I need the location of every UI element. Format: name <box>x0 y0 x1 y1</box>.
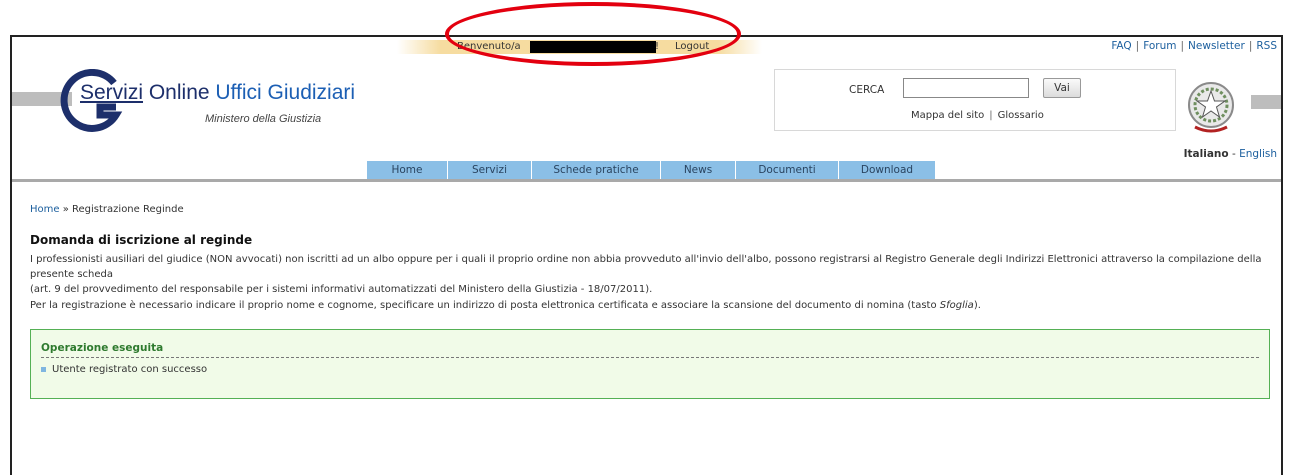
nav-item-home[interactable]: Home <box>367 161 448 179</box>
republic-emblem-icon <box>1188 82 1234 133</box>
instructions-text: Per la registrazione è necessario indica… <box>30 300 940 311</box>
logo-title-servizi: Servizi <box>80 81 144 104</box>
nav-item-news[interactable]: News <box>661 161 736 179</box>
intro-line-2: (art. 9 del provvedimento del responsabi… <box>30 284 653 295</box>
search-label: CERCA <box>849 84 885 96</box>
instructions-sfoglia: Sfoglia <box>939 300 974 311</box>
breadcrumb-separator: » <box>59 204 73 215</box>
search-box: CERCA Vai Mappa del sito | Glossario <box>774 69 1176 131</box>
site-logo[interactable]: Servizi Online Uffici Giudiziari Ministe… <box>12 57 355 147</box>
separator: | <box>1135 40 1140 52</box>
intro-line-1: I professionisti ausiliari del giudice (… <box>30 254 1262 280</box>
nav-item-schede-pratiche[interactable]: Schede pratiche <box>532 161 661 179</box>
bullet-icon <box>41 366 46 372</box>
nav-item-download[interactable]: Download <box>839 161 936 179</box>
language-english-link[interactable]: English <box>1239 148 1277 160</box>
nav-item-documenti[interactable]: Documenti <box>736 161 839 179</box>
success-item: Utente registrato con successo <box>41 364 207 375</box>
nav-item-servizi[interactable]: Servizi <box>448 161 532 179</box>
success-divider <box>41 357 1259 358</box>
welcome-suffix: ! <box>655 41 660 52</box>
success-message: Operazione eseguita Utente registrato co… <box>30 329 1270 399</box>
page-title: Domanda di iscrizione al reginde <box>30 233 253 247</box>
language-switcher: Italiano - English <box>1184 148 1277 160</box>
search-links: Mappa del sito | Glossario <box>911 110 1044 121</box>
page-frame: Benvenuto/a ! Logout FAQ | Forum | Newslette… <box>10 35 1283 475</box>
breadcrumb: Home » Registrazione Reginde <box>30 204 184 215</box>
breadcrumb-home-link[interactable]: Home <box>30 204 60 215</box>
rss-link[interactable]: RSS <box>1256 40 1277 52</box>
language-separator: - <box>1228 148 1240 160</box>
emblem-stripe <box>1251 95 1281 109</box>
search-button[interactable]: Vai <box>1043 78 1081 98</box>
separator: | <box>1180 40 1185 52</box>
faq-link[interactable]: FAQ <box>1111 40 1131 52</box>
nav-divider <box>12 179 1281 182</box>
top-links: FAQ | Forum | Newsletter | RSS <box>1111 40 1277 52</box>
welcome-label: Benvenuto/a <box>457 41 521 52</box>
logo-subtitle: Ministero della Giustizia <box>205 113 322 125</box>
welcome-bar: Benvenuto/a ! Logout <box>397 40 762 54</box>
logo-title-online: Online <box>143 81 216 104</box>
logout-link[interactable]: Logout <box>675 40 709 54</box>
intro-paragraph: I professionisti ausiliari del giudice (… <box>30 252 1275 297</box>
instructions-paragraph: Per la registrazione è necessario indica… <box>30 298 1275 313</box>
main-nav: Home Servizi Schede pratiche News Docume… <box>367 161 936 179</box>
sitemap-link[interactable]: Mappa del sito <box>911 110 984 121</box>
success-item-text: Utente registrato con successo <box>52 364 208 375</box>
separator: | <box>1248 40 1253 52</box>
logo-title: Servizi Online Uffici Giudiziari <box>80 81 355 105</box>
breadcrumb-current: Registrazione Reginde <box>72 204 184 215</box>
search-input[interactable] <box>903 78 1029 98</box>
separator: | <box>989 110 993 121</box>
success-title: Operazione eseguita <box>41 342 164 354</box>
language-current: Italiano <box>1183 148 1229 160</box>
instructions-end: ). <box>973 300 981 311</box>
glossary-link[interactable]: Glossario <box>998 110 1044 121</box>
newsletter-link[interactable]: Newsletter <box>1188 40 1245 52</box>
logo-title-uffici: Uffici Giudiziari <box>215 81 356 104</box>
forum-link[interactable]: Forum <box>1143 40 1176 52</box>
redacted-username <box>530 41 656 53</box>
